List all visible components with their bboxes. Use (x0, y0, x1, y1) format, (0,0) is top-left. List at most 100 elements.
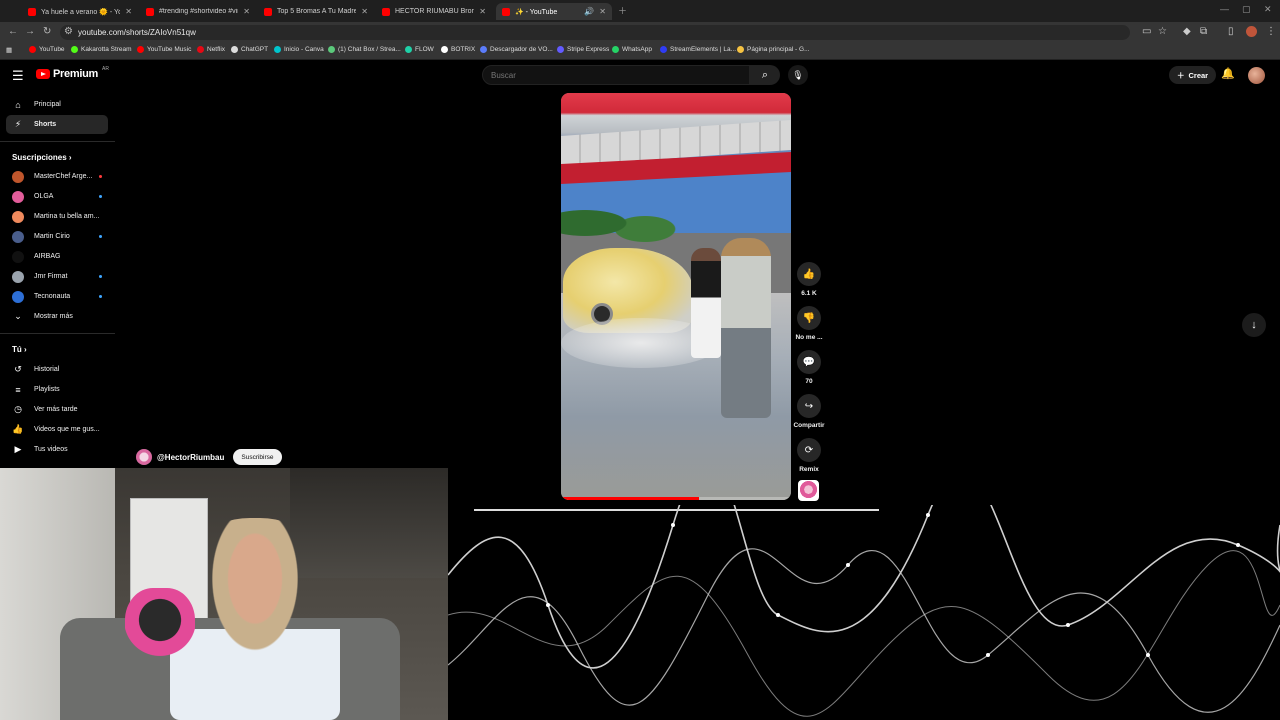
sidepanel-icon[interactable]: ▯ (1228, 26, 1234, 37)
shorts-video-player[interactable] (561, 93, 791, 500)
browser-tab[interactable]: Top 5 Bromas A Tu Madre Pt.2 ✕ (258, 3, 374, 20)
sidebar-subscription[interactable]: AIRBAG (6, 247, 108, 266)
bookmark-item[interactable]: ChatGPT (231, 46, 268, 53)
forward-icon[interactable]: → (25, 26, 35, 37)
sidebar-divider (0, 141, 115, 142)
sidebar-item-label: Martina tu bella am... (34, 213, 100, 220)
maximize-icon[interactable]: ▢ (1242, 4, 1251, 15)
browser-tab-bar: Ya huele a verano 🌞 - YouTube ✕ #trendin… (0, 0, 1280, 22)
sidebar-item-watch-later[interactable]: ◷ Ver más tarde (6, 400, 108, 419)
audio-icon[interactable]: 🔊 (584, 7, 594, 16)
you-heading[interactable]: Tú › (12, 345, 27, 354)
notifications-bell-icon[interactable]: 🔔 (1221, 67, 1235, 80)
bookmark-item[interactable]: (1) Chat Box / Strea... (328, 46, 401, 53)
bookmark-item[interactable]: BOTRIX (441, 46, 475, 53)
bookmark-item[interactable]: FLOW (405, 46, 434, 53)
site-info-icon[interactable]: ⚙ (64, 26, 73, 37)
reload-icon[interactable]: ↻ (43, 26, 51, 37)
video-progress-bar[interactable] (561, 497, 791, 500)
browser-tab-active[interactable]: ✨ - YouTube 🔊 ✕ (496, 3, 612, 20)
sidebar-subscription[interactable]: Martin Cirio (6, 227, 108, 246)
browser-tab[interactable]: #trending #shortvideo #viralvid ✕ (140, 3, 256, 20)
create-button[interactable]: ＋ Crear (1169, 66, 1217, 84)
show-more-button[interactable]: ⌄ Mostrar más (6, 307, 108, 326)
sidebar-subscription[interactable]: Martina tu bella am... (6, 207, 108, 226)
share-action[interactable]: ↪ Compartir (792, 394, 826, 429)
bookmark-item[interactable]: WhatsApp (612, 46, 652, 53)
hamburger-menu-icon[interactable]: ☰ (12, 68, 24, 84)
tab-title: HECTOR RIUMABU Broma a (395, 8, 474, 15)
bookmark-icon (231, 46, 238, 53)
like-action[interactable]: 👍 6.1 K (792, 262, 826, 297)
bookmark-item[interactable]: Netflix (197, 46, 225, 53)
menu-icon[interactable]: ⋮ (1266, 26, 1276, 37)
channel-name[interactable]: @HectorRiumbau (157, 453, 224, 462)
remix-icon[interactable]: ⟳ (797, 438, 821, 462)
search-input[interactable]: Buscar (482, 65, 750, 85)
tab-title: Ya huele a verano 🌞 - YouTube (41, 8, 121, 16)
bookmark-item[interactable]: StreamElements | La... (660, 46, 736, 53)
youtube-favicon-icon (146, 7, 154, 16)
sidebar-subscription[interactable]: OLGA (6, 187, 108, 206)
browser-tab[interactable]: HECTOR RIUMABU Broma a ✕ (376, 3, 492, 20)
extension-icon[interactable]: ◆ (1183, 26, 1191, 37)
sidebar-item-shorts[interactable]: ⚡ Shorts (6, 115, 108, 134)
shorts-icon: ⚡ (14, 119, 22, 129)
sidebar-subscription[interactable]: Tecnonauta (6, 287, 108, 306)
browser-tab[interactable]: Ya huele a verano 🌞 - YouTube ✕ (22, 3, 138, 20)
comments-action[interactable]: 💬 70 (792, 350, 826, 385)
user-avatar[interactable] (1248, 67, 1265, 84)
youtube-favicon-icon (28, 7, 36, 16)
bookmark-item[interactable]: Stripe Express (557, 46, 609, 53)
url-field[interactable]: youtube.com/shorts/ZAIoVn51qw (60, 25, 1130, 40)
apps-icon[interactable]: ▦ (6, 46, 12, 54)
bookmark-item[interactable]: Inicio - Canva (274, 46, 324, 53)
close-tab-icon[interactable]: ✕ (243, 7, 250, 16)
back-icon[interactable]: ← (8, 26, 18, 37)
close-tab-icon[interactable]: ✕ (479, 7, 486, 16)
profile-icon[interactable] (1246, 26, 1257, 37)
bookmark-item[interactable]: YouTube Music (137, 46, 191, 53)
audio-source-thumbnail[interactable] (798, 480, 819, 501)
bookmark-icon (557, 46, 564, 53)
comment-icon[interactable]: 💬 (797, 350, 821, 374)
bookmark-item[interactable]: Descargador de VO... (480, 46, 553, 53)
new-tab-icon[interactable]: ＋ (618, 4, 627, 17)
sidebar-item-playlists[interactable]: ≡ Playlists (6, 380, 108, 399)
voice-search-button[interactable]: 🎙 (788, 65, 808, 85)
youtube-favicon-icon (382, 7, 390, 16)
sidebar-item-label: Tecnonauta (34, 293, 71, 300)
close-tab-icon[interactable]: ✕ (361, 7, 368, 16)
share-icon[interactable]: ↪ (797, 394, 821, 418)
channel-avatar[interactable] (136, 449, 152, 465)
sidebar-item-your-videos[interactable]: ▶ Tus videos (6, 440, 108, 459)
sidebar-item-historial[interactable]: ↺ Historial (6, 360, 108, 379)
sidebar-subscription[interactable]: MasterChef Arge... (6, 167, 108, 186)
history-icon: ↺ (14, 364, 22, 374)
thumb-up-icon[interactable]: 👍 (797, 262, 821, 286)
subscribe-button[interactable]: Suscribirse (233, 449, 282, 465)
subscriptions-heading[interactable]: Suscripciones › (12, 153, 72, 162)
youtube-logo[interactable]: Premium AR (36, 66, 109, 80)
video-frame-person (691, 248, 721, 358)
sidebar-item-principal[interactable]: ⌂ Principal (6, 95, 108, 114)
bookmark-icon (441, 46, 448, 53)
bookmark-item[interactable]: Kakarotta Stream (71, 46, 132, 53)
chevron-right-icon: › (68, 153, 72, 162)
search-button[interactable]: ⌕ (750, 65, 780, 85)
remix-action[interactable]: ⟳ Remix (792, 438, 826, 473)
thumb-down-icon[interactable]: 👎 (797, 306, 821, 330)
close-window-icon[interactable]: ✕ (1264, 4, 1272, 15)
close-tab-icon[interactable]: ✕ (599, 7, 606, 16)
bookmark-star-icon[interactable]: ☆ (1158, 26, 1167, 37)
bookmark-item[interactable]: Página principal - G... (737, 46, 810, 53)
sidebar-subscription[interactable]: Jmr Firmat (6, 267, 108, 286)
dislike-action[interactable]: 👎 No me ... (792, 306, 826, 341)
cast-icon[interactable]: ▭ (1142, 26, 1151, 37)
minimize-icon[interactable]: — (1220, 4, 1229, 14)
sidebar-item-liked-videos[interactable]: 👍 Videos que me gus... (6, 420, 108, 439)
bookmark-item[interactable]: YouTube (29, 46, 65, 53)
extensions-puzzle-icon[interactable]: ⧉ (1200, 26, 1207, 37)
close-tab-icon[interactable]: ✕ (125, 7, 132, 16)
next-short-button[interactable]: ↓ (1242, 313, 1266, 337)
